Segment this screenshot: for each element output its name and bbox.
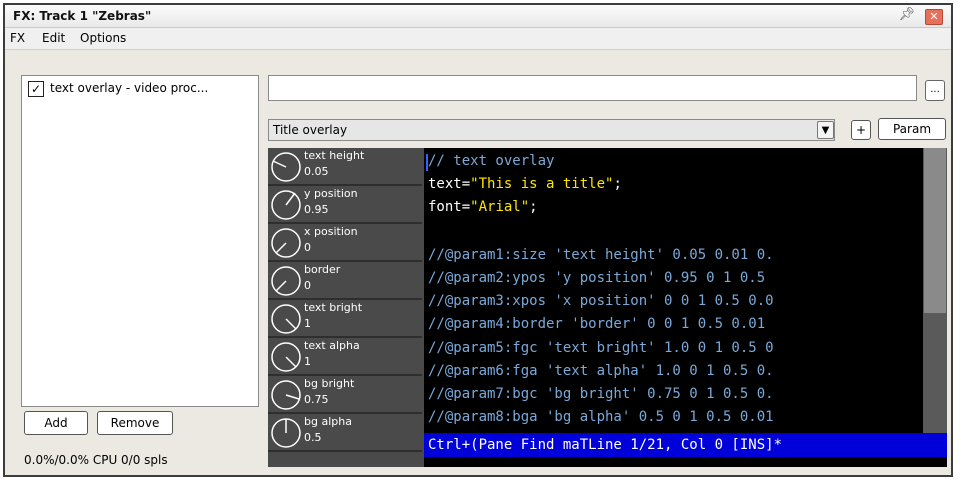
knob-value: 0 (304, 241, 311, 254)
code-token: ; (613, 176, 622, 192)
checkbox-checked-icon[interactable]: ✓ (28, 81, 44, 97)
knob-label: x position (304, 225, 358, 238)
title-bar[interactable]: FX: Track 1 "Zebras" 📌︎ ✕ (5, 5, 951, 28)
knob-value: 0.95 (304, 203, 329, 216)
code-line: //@param8:bga 'bg alpha' 0.5 0 1 0.5 0.0… (428, 409, 774, 425)
browse-button[interactable]: ... (925, 80, 945, 101)
fx-text-field[interactable] (268, 75, 917, 101)
code-line: //@param6:fga 'text alpha' 1.0 0 1 0.5 0… (428, 363, 774, 379)
add-preset-button[interactable]: + (851, 120, 871, 140)
knob-label: y position (304, 187, 358, 200)
menu-fx[interactable]: FX (10, 31, 25, 45)
preset-dropdown[interactable]: Title overlay (268, 119, 835, 141)
knob-text-bright[interactable]: text bright 1 (268, 300, 422, 338)
fx-item-label: text overlay - video proc... (50, 81, 209, 95)
menu-options[interactable]: Options (80, 31, 126, 45)
knob-dial-icon[interactable] (270, 227, 302, 259)
code-string: "Arial" (470, 199, 530, 215)
chevron-down-icon[interactable]: ▼ (817, 121, 834, 139)
knob-dial-icon[interactable] (270, 341, 302, 373)
knob-dial-icon[interactable] (270, 379, 302, 411)
knob-bg-bright[interactable]: bg bright 0.75 (268, 376, 422, 414)
add-button[interactable]: Add (24, 411, 88, 435)
code-token: ; (529, 199, 538, 215)
close-icon[interactable]: ✕ (925, 9, 943, 25)
knob-label: text alpha (304, 339, 360, 352)
knob-dial-icon[interactable] (270, 265, 302, 297)
code-line: //@param2:ypos 'y position' 0.95 0 1 0.5 (428, 270, 766, 286)
knob-value: 1 (304, 317, 311, 330)
fx-list-item[interactable]: ✓ text overlay - video proc... (22, 79, 256, 101)
knob-border[interactable]: border 0 (268, 262, 422, 300)
code-token: font= (428, 199, 471, 215)
menu-bar: FX Edit Options (5, 28, 951, 50)
knob-dial-icon[interactable] (270, 303, 302, 335)
code-line: //@param4:border 'border' 0 0 1 0.5 0.01 (428, 316, 766, 332)
code-line: // text overlay (428, 153, 555, 169)
knob-dial-icon[interactable] (270, 417, 302, 449)
knob-x-position[interactable]: x position 0 (268, 224, 422, 262)
knob-label: bg bright (304, 377, 355, 390)
window-title: FX: Track 1 "Zebras" (13, 9, 152, 23)
param-button[interactable]: Param (878, 118, 946, 140)
knob-dial-icon[interactable] (270, 151, 302, 183)
knob-text-height[interactable]: text height 0.05 (268, 148, 422, 186)
param-knob-panel: text height 0.05 y position 0.95 x posit… (268, 148, 424, 467)
preset-value: Title overlay (273, 123, 348, 137)
scrollbar-thumb[interactable] (924, 148, 946, 313)
code-string: "This is a title" (470, 176, 614, 192)
knob-dial-icon[interactable] (270, 189, 302, 221)
fx-chain-list[interactable]: ✓ text overlay - video proc... (21, 75, 259, 407)
knob-value: 0.5 (304, 431, 322, 444)
code-line: //@param3:xpos 'x position' 0 0 1 0.5 0.… (428, 293, 774, 309)
knob-y-position[interactable]: y position 0.95 (268, 186, 422, 224)
knob-bg-alpha[interactable]: bg alpha 0.5 (268, 414, 422, 452)
menu-edit[interactable]: Edit (42, 31, 65, 45)
code-line: text="This is a title"; (428, 176, 622, 192)
remove-button[interactable]: Remove (97, 411, 173, 435)
code-token: text= (428, 176, 471, 192)
knob-label: border (304, 263, 341, 276)
knob-value: 0.75 (304, 393, 329, 406)
cpu-status: 0.0%/0.0% CPU 0/0 spls (24, 453, 168, 467)
code-line: //@param5:fgc 'text bright' 1.0 0 1 0.5 … (428, 340, 774, 356)
knob-label: text height (304, 149, 365, 162)
code-line: //@param1:size 'text height' 0.05 0.01 0… (428, 247, 774, 263)
code-line: font="Arial"; (428, 199, 538, 215)
knob-value: 0.05 (304, 165, 329, 178)
knob-label: bg alpha (304, 415, 352, 428)
knob-text-alpha[interactable]: text alpha 1 (268, 338, 422, 376)
editor-status-bar: Ctrl+(Pane Find maTLine 1/21, Col 0 [INS… (424, 433, 947, 457)
pin-icon[interactable]: 📌︎ (898, 7, 915, 22)
code-line: //@param7:bgc 'bg bright' 0.75 0 1 0.5 0… (428, 386, 774, 402)
knob-label: text bright (304, 301, 363, 314)
knob-value: 0 (304, 279, 311, 292)
knob-value: 1 (304, 355, 311, 368)
